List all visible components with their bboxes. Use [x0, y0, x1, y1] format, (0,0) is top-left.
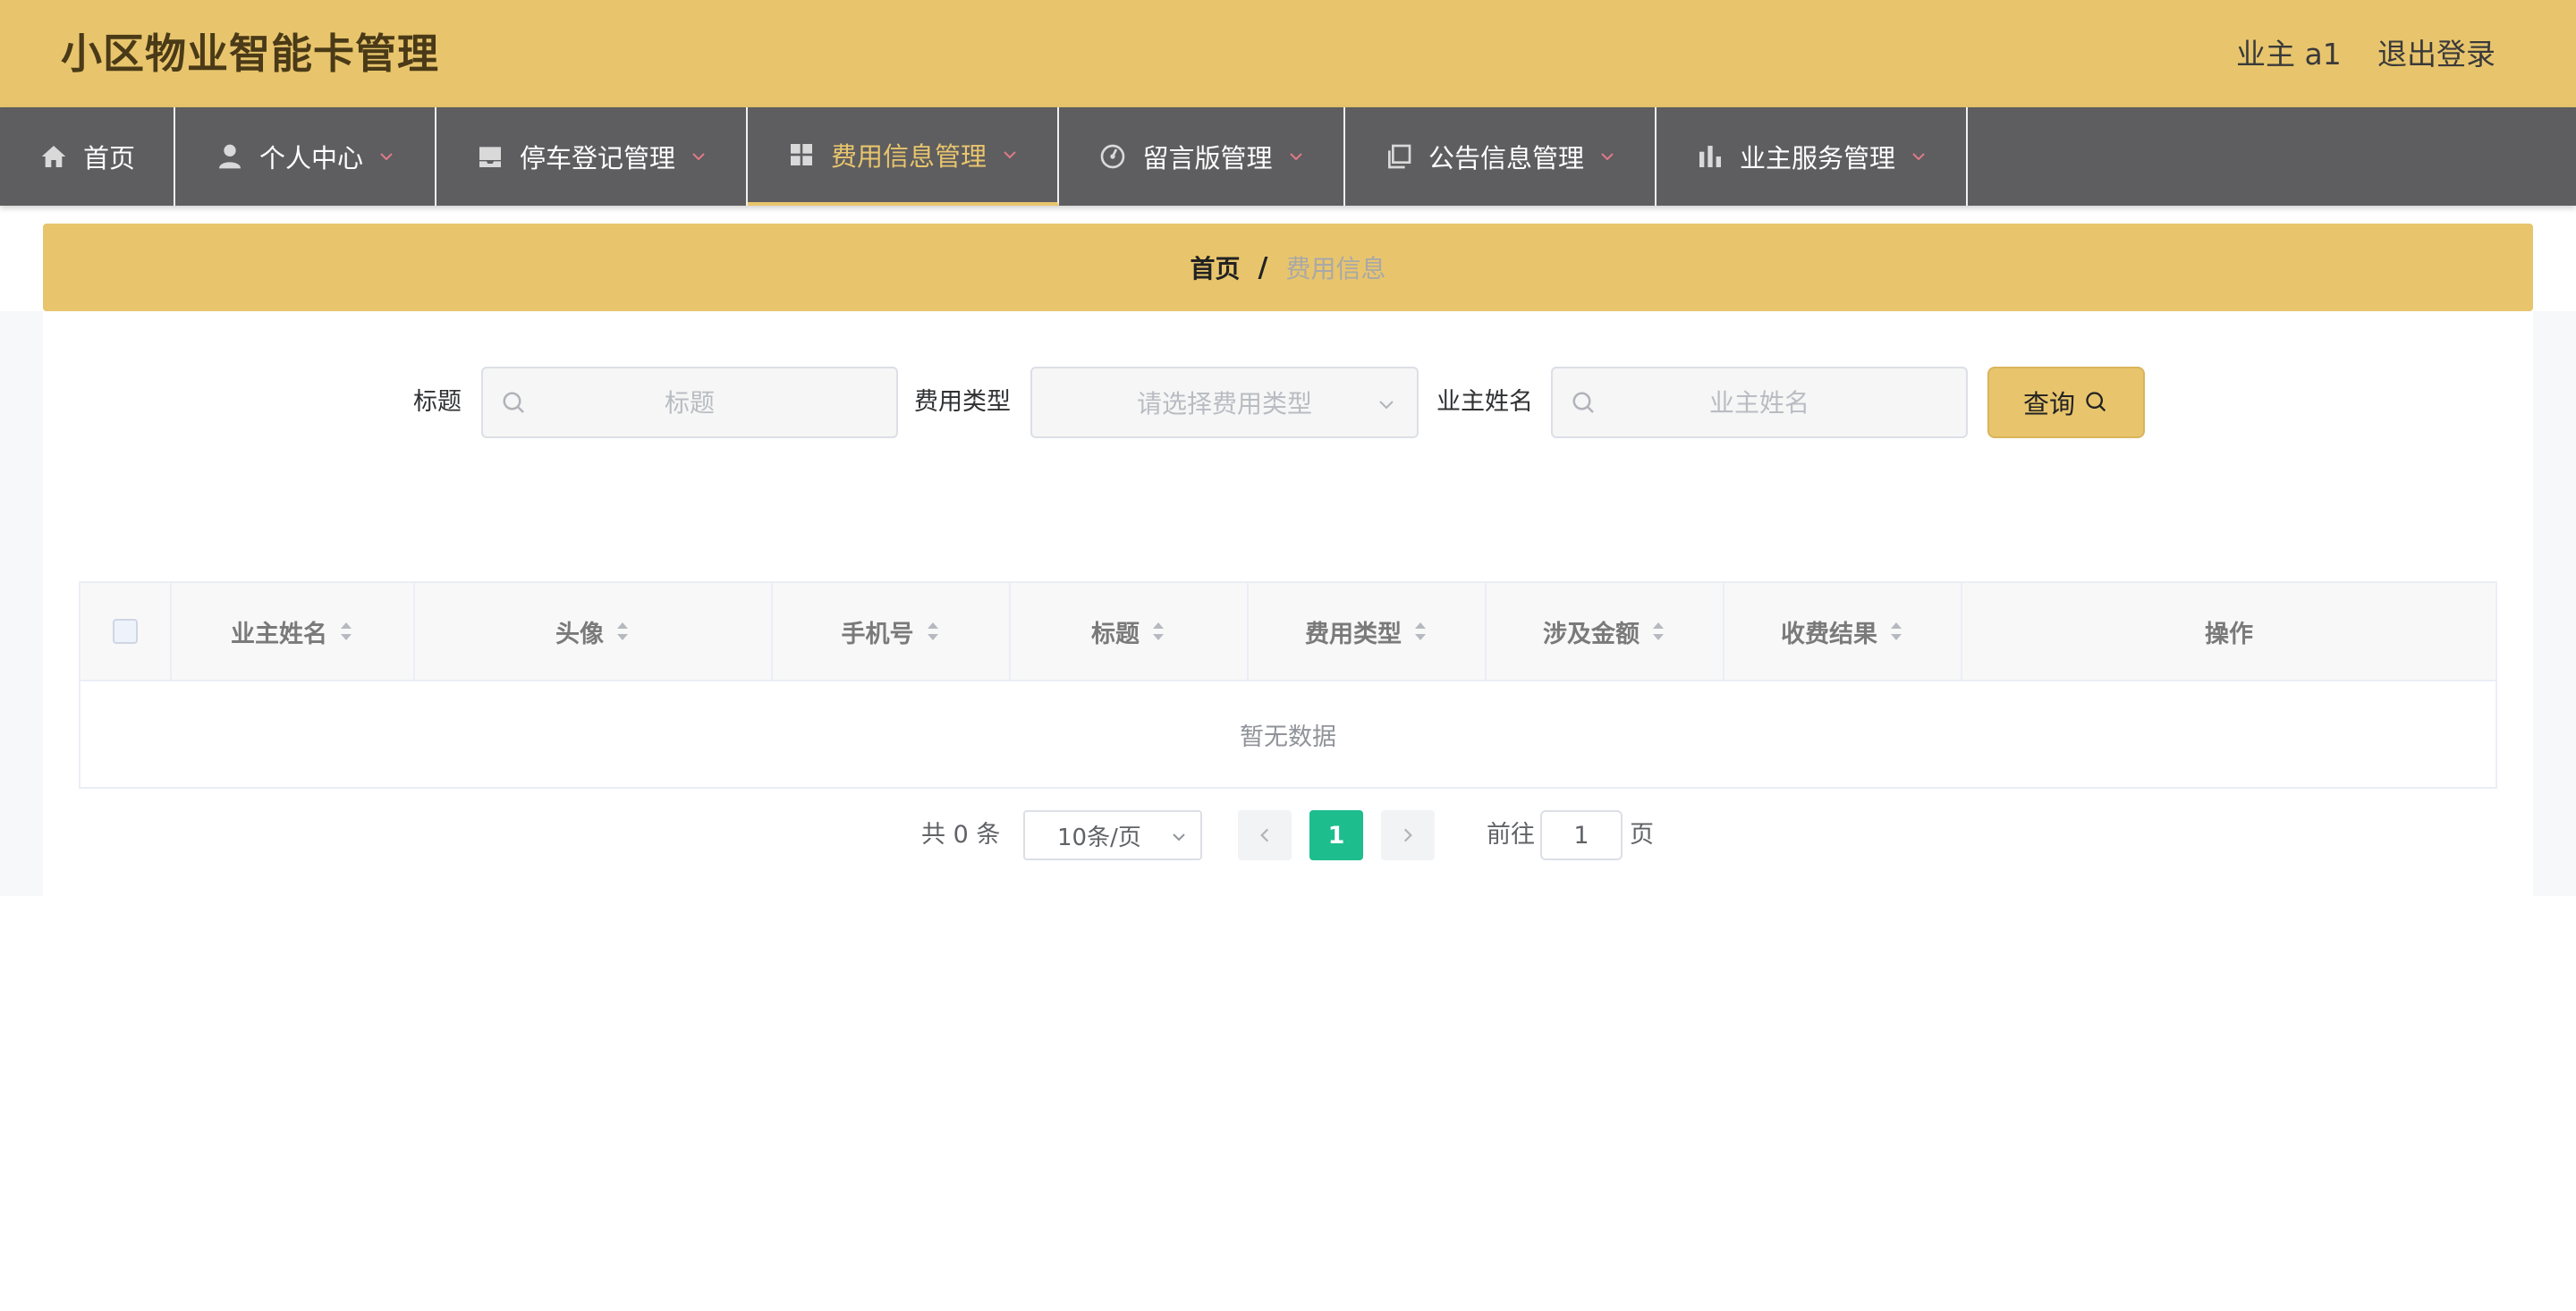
chevron-down-icon: [1173, 833, 1185, 842]
fees-table: 业主姓名 头像 手机号 标题 费用类型 涉及金额 收费结果 操作 暂无数据: [79, 581, 2497, 789]
column-label: 标题: [1091, 620, 1140, 648]
nav-item-owner-services[interactable]: 业主服务管理: [1657, 107, 1968, 206]
chevron-down-icon: [690, 148, 708, 165]
page-gutter-left: [0, 311, 43, 896]
chevron-down-icon: [377, 148, 395, 165]
fee-type-label: 费用类型: [914, 388, 1011, 416]
sort-icon: [925, 619, 941, 644]
nav-label: 首页: [82, 143, 135, 173]
title-label: 标题: [413, 388, 462, 416]
select-all-cell: [80, 583, 172, 680]
search-icon: [503, 392, 524, 413]
column-label: 操作: [2205, 620, 2253, 648]
owner-name-input[interactable]: [1553, 368, 1966, 436]
pagination-total: 共 0 条: [921, 821, 1001, 849]
inbox-icon: [475, 141, 505, 172]
column-label: 业主姓名: [231, 620, 327, 648]
chevron-right-icon: [1403, 828, 1412, 842]
app-title: 小区物业智能卡管理: [61, 30, 439, 78]
sort-icon: [1650, 619, 1666, 644]
chevron-down-icon: [1910, 148, 1928, 165]
home-icon: [38, 141, 69, 172]
search-icon: [2086, 392, 2106, 412]
sort-icon: [1888, 619, 1904, 644]
nav-item-personal-center[interactable]: 个人中心: [175, 107, 436, 206]
title-input[interactable]: [483, 368, 896, 436]
chevron-down-icon: [1287, 148, 1305, 165]
nav-item-parking[interactable]: 停车登记管理: [436, 107, 748, 206]
page-number-1[interactable]: 1: [1309, 810, 1363, 860]
query-button[interactable]: 查询: [1987, 367, 2145, 438]
column-owner-name[interactable]: 业主姓名: [172, 583, 415, 680]
column-avatar[interactable]: 头像: [415, 583, 773, 680]
goto-label: 前往: [1487, 821, 1535, 849]
fee-type-placeholder: 请选择费用类型: [1136, 389, 1312, 419]
nav-label: 业主服务管理: [1739, 143, 1895, 173]
user-icon: [215, 141, 245, 172]
owner-name-search-box: [1551, 367, 1968, 438]
bar-chart-icon: [1695, 141, 1725, 172]
column-amount[interactable]: 涉及金额: [1487, 583, 1724, 680]
sort-icon: [614, 619, 631, 644]
search-icon: [1572, 392, 1594, 413]
nav-item-home[interactable]: 首页: [0, 107, 175, 206]
owner-name-label: 业主姓名: [1436, 388, 1533, 416]
chevron-left-icon: [1260, 828, 1269, 842]
copy-icon: [1384, 141, 1414, 172]
column-label: 收费结果: [1781, 620, 1877, 648]
query-button-label: 查询: [2022, 389, 2075, 419]
nav-label: 个人中心: [258, 143, 363, 173]
next-page-button[interactable]: [1381, 810, 1435, 860]
column-label: 手机号: [841, 620, 914, 648]
logout-link[interactable]: 退出登录: [2377, 32, 2496, 77]
chevron-down-icon: [1379, 401, 1394, 410]
nav-label: 留言版管理: [1142, 143, 1273, 173]
goto-unit: 页: [1630, 821, 1654, 849]
column-label: 费用类型: [1305, 620, 1402, 648]
column-phone[interactable]: 手机号: [773, 583, 1011, 680]
prev-page-button[interactable]: [1238, 810, 1292, 860]
nav-label: 公告信息管理: [1428, 143, 1584, 173]
column-label: 头像: [555, 620, 604, 648]
page-gutter-right: [2533, 311, 2576, 896]
current-user: 业主 a1: [2236, 37, 2342, 72]
breadcrumb-home[interactable]: 首页: [1191, 250, 1241, 285]
grid-icon: [786, 140, 817, 170]
sort-icon: [1150, 619, 1166, 644]
sort-icon: [338, 619, 354, 644]
main-nav: 首页 个人中心 停车登记管理 费用信息管理 留言版管理 公告信息管理 业主服务管…: [0, 107, 2576, 206]
breadcrumb-separator: /: [1258, 251, 1268, 283]
select-all-checkbox[interactable]: [113, 619, 138, 644]
nav-item-fees[interactable]: 费用信息管理: [748, 107, 1059, 206]
nav-item-messages[interactable]: 留言版管理: [1059, 107, 1345, 206]
page-size-select[interactable]: 10条/页: [1023, 810, 1202, 860]
chevron-down-icon: [1598, 148, 1616, 165]
fee-type-select[interactable]: 请选择费用类型: [1030, 367, 1419, 438]
goto-page-input[interactable]: [1540, 810, 1623, 860]
nav-item-announcements[interactable]: 公告信息管理: [1345, 107, 1657, 206]
column-title[interactable]: 标题: [1011, 583, 1249, 680]
breadcrumb-current: 费用信息: [1285, 254, 1386, 283]
dashboard-icon: [1097, 141, 1128, 172]
chevron-down-icon: [1001, 146, 1019, 164]
table-empty-text: 暂无数据: [1240, 723, 1336, 751]
column-actions: 操作: [1962, 583, 2496, 680]
nav-label: 停车登记管理: [519, 143, 675, 173]
column-fee-type[interactable]: 费用类型: [1249, 583, 1487, 680]
sort-icon: [1412, 619, 1428, 644]
column-label: 涉及金额: [1543, 620, 1640, 648]
nav-label: 费用信息管理: [830, 141, 987, 172]
table-header: 业主姓名 头像 手机号 标题 费用类型 涉及金额 收费结果 操作: [80, 583, 2496, 681]
column-charge-result[interactable]: 收费结果: [1724, 583, 1962, 680]
title-search-box: [481, 367, 898, 438]
app-header: 小区物业智能卡管理 业主 a1 退出登录: [0, 0, 2576, 107]
breadcrumb: 首页 / 费用信息: [43, 224, 2533, 311]
page-size-value: 10条/页: [1057, 824, 1141, 851]
